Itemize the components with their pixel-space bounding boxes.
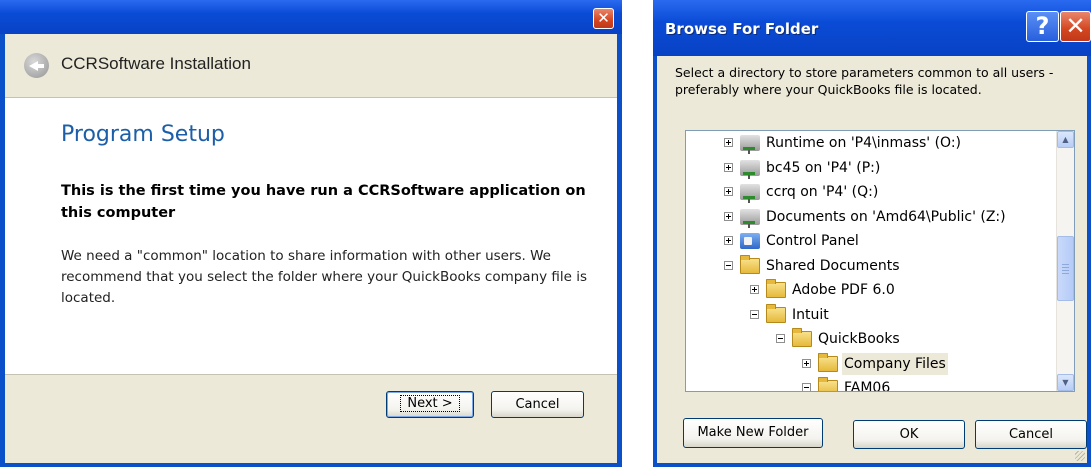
browse-for-folder-dialog: Browse For Folder ? ✕ Select a directory… [653,0,1091,467]
tree-item[interactable]: Documents on 'Amd64\Public' (Z:) [724,206,1026,228]
tree-item[interactable]: Intuit [750,303,1026,326]
tree-item[interactable]: Company Files [802,352,1026,375]
installer-window: ✕ CCRSoftware Installation Program Setup… [0,0,622,467]
tree-item[interactable]: Runtime on 'P4\inmass' (O:) [724,132,1026,154]
scroll-thumb[interactable] [1057,236,1074,301]
network-drive-icon [740,184,760,203]
make-new-folder-button[interactable]: Make New Folder [683,418,823,448]
dialog-close-button[interactable]: ✕ [1060,11,1091,42]
tree-item[interactable]: QuickBooks [776,328,1026,350]
network-drive-icon [740,135,760,154]
tree-item-label: Documents on 'Amd64\Public' (Z:) [766,208,1006,225]
help-button[interactable]: ? [1026,11,1059,42]
tree-item-label: Shared Documents [766,257,900,274]
tree-item[interactable]: Shared Documents [724,254,1026,277]
tree-item-label: Control Panel [766,233,859,249]
tree-item-label: FAM06 [844,380,891,392]
dialog-cancel-button[interactable]: Cancel [975,420,1087,449]
tree-item[interactable]: bc45 on 'P4' (P:) [724,157,1026,179]
scroll-up-arrow[interactable]: ▲ [1057,131,1074,148]
tree-item-label: bc45 on 'P4' (P:) [766,159,881,176]
network-drive-icon [740,208,760,228]
folder-icon [766,279,786,298]
ok-button[interactable]: OK [853,420,965,449]
wizard-footer [5,374,617,463]
next-button[interactable]: Next > [386,391,474,418]
installer-client-area: CCRSoftware Installation Program Setup T… [5,34,617,463]
tree-item[interactable]: Adobe PDF 6.0 [750,279,1026,301]
expand-icon[interactable] [802,358,811,368]
collapse-icon[interactable] [750,309,759,319]
page-title: Program Setup [61,122,225,147]
tree-item-label: Adobe PDF 6.0 [792,282,895,298]
control-panel-icon [740,233,760,249]
dialog-instructions: Select a directory to store parameters c… [675,65,1054,97]
tree-item-label: ccrq on 'P4' (Q:) [766,184,879,200]
tree-item-label: Company Files [842,352,948,375]
collapse-icon[interactable] [802,383,811,391]
collapse-icon[interactable] [776,334,785,343]
cancel-button[interactable]: Cancel [491,391,584,418]
first-run-notice: This is the first time you have run a CC… [61,183,586,221]
back-arrow-icon[interactable] [24,53,49,78]
expand-icon[interactable] [724,138,733,147]
folder-icon [818,377,838,391]
expand-icon[interactable] [724,162,733,172]
resize-grip[interactable] [1075,451,1085,461]
folder-icon [818,352,838,372]
tree-item-label: Runtime on 'P4\inmass' (O:) [766,135,962,151]
dialog-title: Browse For Folder [665,20,819,38]
tree-scrollbar[interactable]: ▲ ▼ [1056,131,1074,391]
installer-titlebar[interactable]: ✕ [0,0,622,34]
expand-icon[interactable] [750,285,759,294]
folder-tree[interactable]: Runtime on 'P4\inmass' (O:) bc45 on 'P4' … [685,130,1075,392]
expand-icon[interactable] [724,187,733,196]
location-explanation: We need a "common" location to share inf… [61,248,588,306]
expand-icon[interactable] [724,211,733,221]
tree-item[interactable]: Control Panel [724,230,1026,252]
next-button-label: Next > [400,395,460,412]
open-folder-icon [766,303,786,323]
scroll-down-arrow[interactable]: ▼ [1057,374,1074,391]
wizard-header: CCRSoftware Installation [5,34,617,98]
dialog-titlebar[interactable]: Browse For Folder ? ✕ [653,0,1091,56]
wizard-title: CCRSoftware Installation [61,54,251,73]
collapse-icon[interactable] [724,260,733,270]
tree-item[interactable]: ccrq on 'P4' (Q:) [724,181,1026,203]
expand-icon[interactable] [724,236,733,245]
tree-item[interactable]: FAM06 [802,377,1026,392]
network-drive-icon [740,159,760,179]
close-button[interactable]: ✕ [593,8,614,29]
dialog-client-area: Select a directory to store parameters c… [657,56,1087,463]
tree-item-label: Intuit [792,306,829,323]
tree-item-label: QuickBooks [818,331,900,347]
open-folder-icon [740,254,760,274]
open-folder-icon [792,328,812,347]
